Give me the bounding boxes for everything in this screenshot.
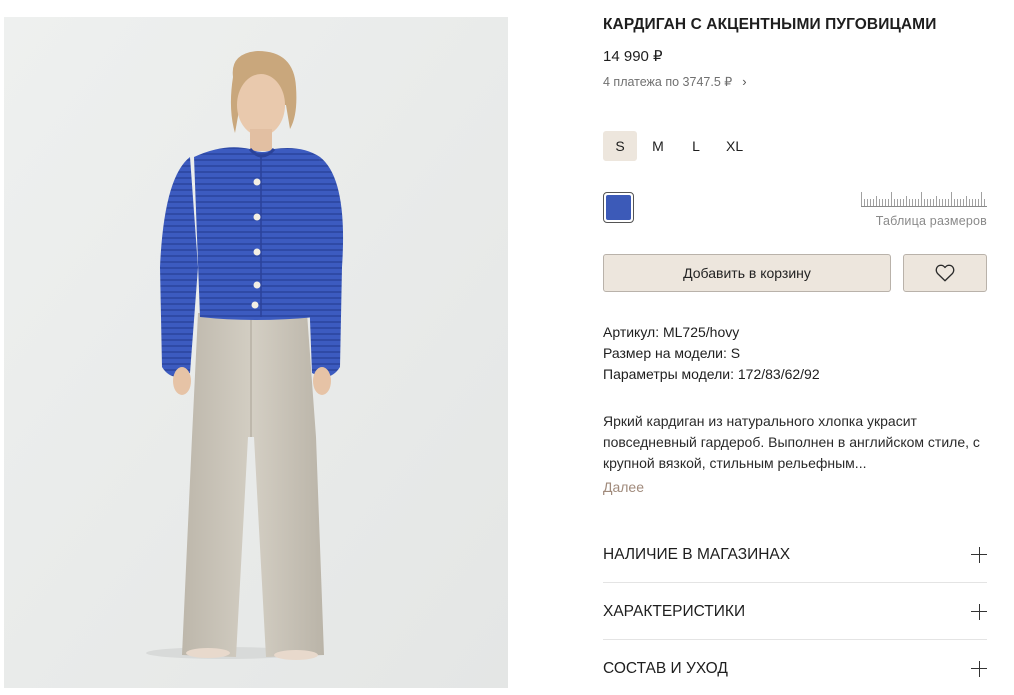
- read-more-link[interactable]: Далее: [603, 479, 644, 495]
- accordion-label: НАЛИЧИЕ В МАГАЗИНАХ: [603, 545, 791, 563]
- size-table-link[interactable]: Таблица размеров: [861, 191, 988, 228]
- size-option-xl[interactable]: XL: [717, 131, 752, 161]
- model-illustration: [4, 17, 508, 688]
- spec-model-size: Размер на модели: S: [603, 345, 741, 361]
- spec-article: Артикул: ML725/hovy: [603, 324, 740, 340]
- installments-link[interactable]: 4 платежа по 3747.5 ₽ ›: [603, 74, 747, 89]
- color-swatch-fill: [606, 195, 631, 220]
- accordion-composition-care[interactable]: СОСТАВ И УХОД: [603, 640, 987, 695]
- add-to-cart-button[interactable]: Добавить в корзину: [603, 254, 891, 292]
- size-selector: S M L XL: [603, 131, 752, 161]
- product-photo[interactable]: [4, 17, 508, 688]
- accordion-characteristics[interactable]: ХАРАКТЕРИСТИКИ: [603, 583, 987, 640]
- size-table-label: Таблица размеров: [875, 214, 987, 228]
- size-option-l[interactable]: L: [679, 131, 713, 161]
- heart-icon: [935, 264, 955, 282]
- installments-text: 4 платежа по 3747.5 ₽: [603, 75, 733, 89]
- color-swatch-blue[interactable]: [603, 192, 634, 223]
- size-option-s[interactable]: S: [603, 131, 637, 161]
- plus-icon: [971, 546, 987, 563]
- product-description: Яркий кардиган из натурального хлопка ук…: [603, 413, 980, 471]
- ruler-icon: [861, 192, 988, 207]
- accordion-label: СОСТАВ И УХОД: [603, 659, 728, 677]
- product-specs: Артикул: ML725/hovy Размер на модели: S …: [603, 322, 820, 385]
- favorite-button[interactable]: [903, 254, 987, 292]
- product-price: 14 990 ₽: [603, 48, 663, 65]
- accordion-label: ХАРАКТЕРИСТИКИ: [603, 602, 746, 620]
- size-option-m[interactable]: M: [641, 131, 675, 161]
- plus-icon: [971, 660, 987, 677]
- product-title: КАРДИГАН С АКЦЕНТНЫМИ ПУГОВИЦАМИ: [603, 16, 937, 33]
- plus-icon: [971, 603, 987, 620]
- accordion-availability[interactable]: НАЛИЧИЕ В МАГАЗИНАХ: [603, 526, 987, 583]
- spec-model-params: Параметры модели: 172/83/62/92: [603, 366, 820, 382]
- chevron-right-icon: ›: [742, 74, 747, 89]
